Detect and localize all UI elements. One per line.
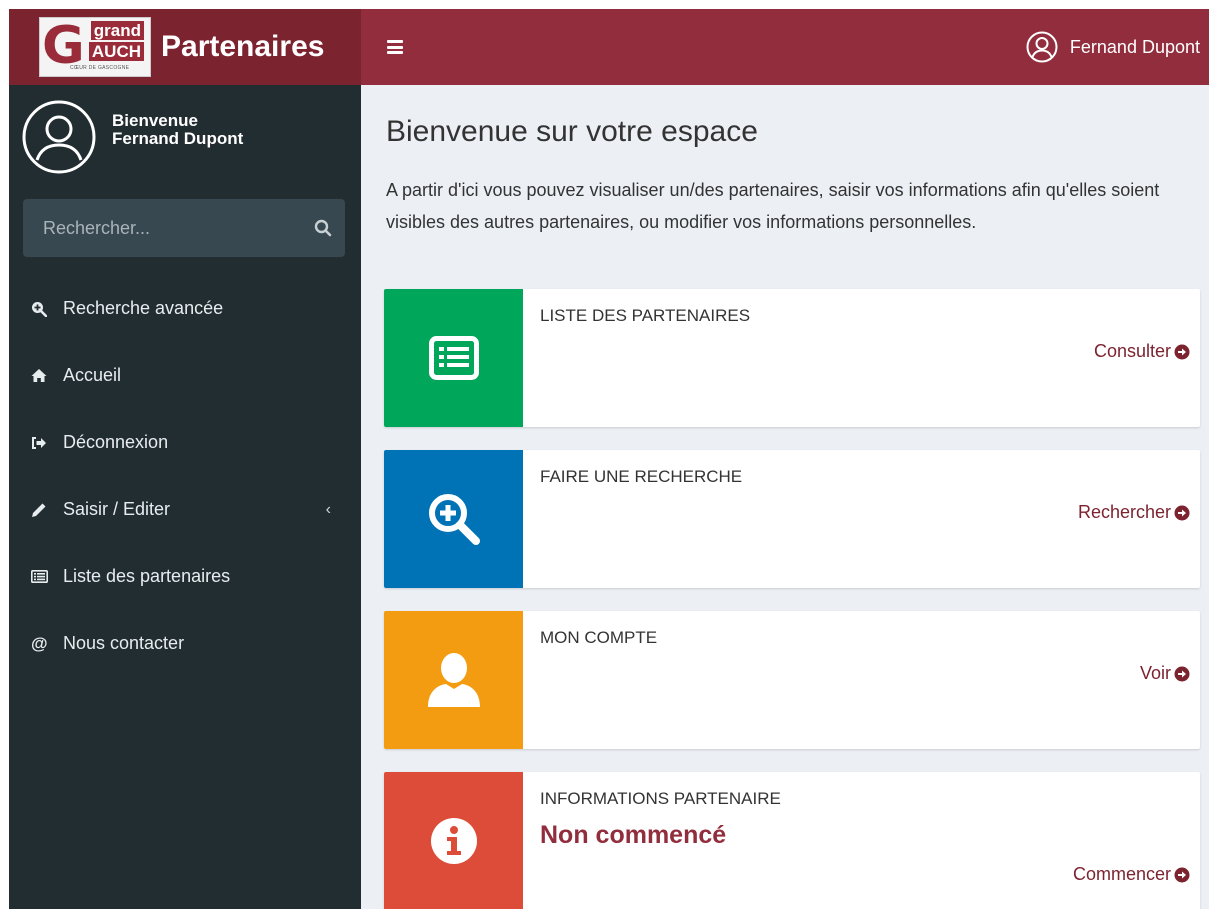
chevron-left-icon: ‹: [325, 500, 331, 518]
arrow-circle-right-icon: [1174, 344, 1190, 359]
status-text: Non commencé: [540, 821, 727, 849]
sidebar-item-label: Nous contacter: [63, 633, 185, 653]
intro-text: A partir d'ici vous pouvez visualiser un…: [386, 180, 1160, 232]
avatar-icon: [22, 100, 96, 174]
list-icon: [428, 336, 479, 380]
card-icon-box: [384, 450, 523, 588]
list-icon: [31, 570, 63, 583]
sidebar-item-label: Saisir / Editer: [63, 499, 171, 519]
sidebar-user-name: Fernand Dupont: [112, 129, 244, 148]
pencil-icon: [31, 502, 63, 518]
action-label: Commencer: [1072, 864, 1171, 884]
sidebar-item-label: Recherche avancée: [63, 298, 224, 318]
commencer-link[interactable]: Commencer: [1073, 864, 1190, 885]
card-title: INFORMATIONS PARTENAIRE: [540, 789, 781, 808]
app-frame: G grand AUCH CŒUR DE GASCOGNE Partenaire…: [9, 9, 1209, 909]
voir-link[interactable]: Voir: [1140, 663, 1190, 684]
search-button[interactable]: [301, 219, 345, 237]
main-content: Bienvenue sur votre espace A partir d'ic…: [361, 85, 1209, 909]
page-title: Bienvenue sur votre espace: [386, 115, 758, 148]
brand-area[interactable]: G grand AUCH CŒUR DE GASCOGNE Partenaire…: [9, 9, 361, 85]
sidebar-item-accueil[interactable]: Accueil: [9, 342, 361, 409]
sidebar-item-label: Liste des partenaires: [63, 566, 231, 586]
top-navbar: Fernand Dupont: [361, 9, 1209, 85]
sidebar-item-nous-contacter[interactable]: @ Nous contacter: [9, 610, 361, 677]
card-icon-box: [384, 772, 523, 909]
card-mon-compte: MON COMPTE Voir: [384, 611, 1200, 749]
action-label: Consulter: [1093, 341, 1171, 361]
arrow-circle-right-icon: [1174, 505, 1190, 520]
user-icon: [427, 653, 480, 707]
sidebar: Bienvenue Fernand Dupont Rechercher... R…: [9, 85, 361, 909]
sidebar-search: [23, 199, 345, 257]
action-label: Rechercher: [1077, 502, 1171, 522]
search-icon: [314, 219, 332, 237]
home-icon: [31, 368, 63, 383]
card-icon-box: [384, 611, 523, 749]
logo-tagline: CŒUR DE GASCOGNE: [70, 65, 130, 71]
search-plus-icon: [31, 301, 63, 317]
search-plus-icon: [428, 494, 480, 545]
welcome-label: Bienvenue: [112, 111, 198, 130]
card-faire-recherche: FAIRE UNE RECHERCHE Rechercher: [384, 450, 1200, 588]
card-title: MON COMPTE: [540, 628, 658, 647]
user-circle-icon: [1026, 31, 1058, 63]
card-title: LISTE DES PARTENAIRES: [540, 306, 751, 325]
sidebar-menu: Recherche avancée Accueil Déconnexion Sa…: [9, 275, 361, 677]
sidebar-item-recherche-avancee[interactable]: Recherche avancée: [9, 275, 361, 342]
sidebar-item-liste-partenaires[interactable]: Liste des partenaires: [9, 543, 361, 610]
sidebar-item-label: Déconnexion: [63, 432, 169, 452]
card-informations-partenaire: INFORMATIONS PARTENAIRE Non commencé Com…: [384, 772, 1200, 909]
user-menu[interactable]: Fernand Dupont: [1026, 31, 1200, 63]
app-title: Partenaires: [161, 30, 325, 63]
logo-word-grand: grand: [90, 21, 144, 40]
search-input[interactable]: [23, 217, 301, 239]
sidebar-toggle-icon[interactable]: [387, 40, 403, 54]
sidebar-item-deconnexion[interactable]: Déconnexion: [9, 409, 361, 476]
logo-word-auch: AUCH: [88, 42, 144, 61]
consulter-link[interactable]: Consulter: [1094, 341, 1190, 362]
arrow-circle-right-icon: [1174, 867, 1190, 882]
rechercher-link[interactable]: Rechercher: [1078, 502, 1190, 523]
action-label: Voir: [1139, 663, 1171, 683]
arrow-circle-right-icon: [1174, 666, 1190, 681]
sign-out-icon: [31, 436, 63, 450]
info-circle-icon: [430, 818, 477, 864]
logo: G grand AUCH CŒUR DE GASCOGNE: [39, 17, 151, 77]
card-title: FAIRE UNE RECHERCHE: [540, 467, 743, 486]
user-menu-name: Fernand Dupont: [1069, 36, 1200, 57]
card-liste-partenaires: LISTE DES PARTENAIRES Consulter: [384, 289, 1200, 427]
sidebar-item-saisir-editer[interactable]: Saisir / Editer ‹: [9, 476, 361, 543]
card-icon-box: [384, 289, 523, 427]
sidebar-item-label: Accueil: [63, 365, 122, 385]
at-icon: @: [31, 633, 48, 653]
user-panel: Bienvenue Fernand Dupont: [22, 100, 243, 174]
